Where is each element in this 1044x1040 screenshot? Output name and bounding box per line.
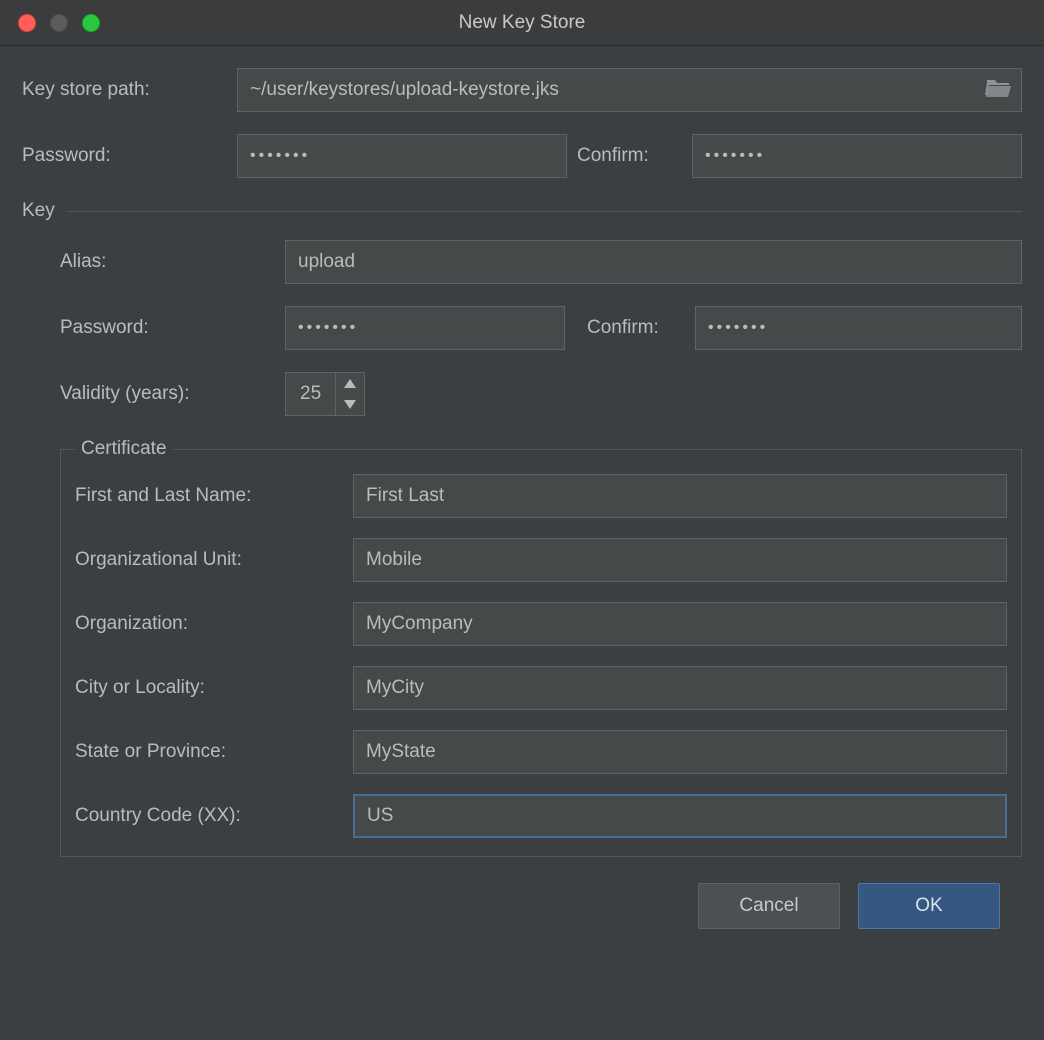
dialog-content: Key store path: ~/user/keystores/upload-…	[0, 46, 1044, 949]
key-password-field[interactable]: •••••••	[285, 306, 565, 350]
city-value: MyCity	[366, 677, 424, 699]
certificate-section: Certificate First and Last Name: First L…	[60, 438, 1022, 857]
key-section-header: Key	[22, 200, 1022, 222]
organization-value: MyCompany	[366, 613, 473, 635]
key-confirm-value: •••••••	[708, 319, 768, 337]
keystore-confirm-field[interactable]: •••••••	[692, 134, 1022, 178]
close-window-button[interactable]	[18, 14, 36, 32]
keystore-password-label: Password:	[22, 145, 237, 167]
stepper-up-icon[interactable]	[336, 373, 364, 394]
alias-field[interactable]: upload	[285, 240, 1022, 284]
first-last-value: First Last	[366, 485, 444, 507]
window-controls	[18, 14, 100, 32]
org-unit-field[interactable]: Mobile	[353, 538, 1007, 582]
certificate-legend: Certificate	[75, 438, 173, 460]
organization-field[interactable]: MyCompany	[353, 602, 1007, 646]
state-field[interactable]: MyState	[353, 730, 1007, 774]
first-last-field[interactable]: First Last	[353, 474, 1007, 518]
org-unit-value: Mobile	[366, 549, 422, 571]
dialog-footer: Cancel OK	[22, 857, 1022, 929]
key-password-label: Password:	[60, 317, 285, 339]
zoom-window-button[interactable]	[82, 14, 100, 32]
window-title: New Key Store	[459, 12, 586, 34]
keystore-confirm-label: Confirm:	[567, 145, 692, 167]
validity-stepper[interactable]: 25	[285, 372, 365, 416]
title-bar: New Key Store	[0, 0, 1044, 46]
key-store-path-label: Key store path:	[22, 79, 237, 101]
state-label: State or Province:	[75, 741, 353, 763]
country-field[interactable]: US	[353, 794, 1007, 838]
alias-value: upload	[298, 251, 355, 273]
organization-label: Organization:	[75, 613, 353, 635]
state-value: MyState	[366, 741, 436, 763]
key-store-path-value: ~/user/keystores/upload-keystore.jks	[250, 79, 559, 101]
key-confirm-label: Confirm:	[565, 317, 695, 339]
cancel-button[interactable]: Cancel	[698, 883, 840, 929]
key-store-path-field[interactable]: ~/user/keystores/upload-keystore.jks	[237, 68, 1022, 112]
folder-open-icon[interactable]	[985, 77, 1011, 103]
country-label: Country Code (XX):	[75, 805, 353, 827]
divider	[67, 211, 1022, 212]
country-value: US	[367, 805, 393, 827]
city-field[interactable]: MyCity	[353, 666, 1007, 710]
ok-button[interactable]: OK	[858, 883, 1000, 929]
keystore-password-value: •••••••	[250, 147, 310, 165]
keystore-confirm-value: •••••••	[705, 147, 765, 165]
key-confirm-field[interactable]: •••••••	[695, 306, 1022, 350]
alias-label: Alias:	[60, 251, 285, 273]
validity-value: 25	[286, 383, 335, 405]
validity-label: Validity (years):	[60, 383, 285, 405]
keystore-password-field[interactable]: •••••••	[237, 134, 567, 178]
first-last-label: First and Last Name:	[75, 485, 353, 507]
key-section-title: Key	[22, 200, 55, 222]
org-unit-label: Organizational Unit:	[75, 549, 353, 571]
city-label: City or Locality:	[75, 677, 353, 699]
minimize-window-button[interactable]	[50, 14, 68, 32]
stepper-down-icon[interactable]	[336, 394, 364, 415]
key-password-value: •••••••	[298, 319, 358, 337]
